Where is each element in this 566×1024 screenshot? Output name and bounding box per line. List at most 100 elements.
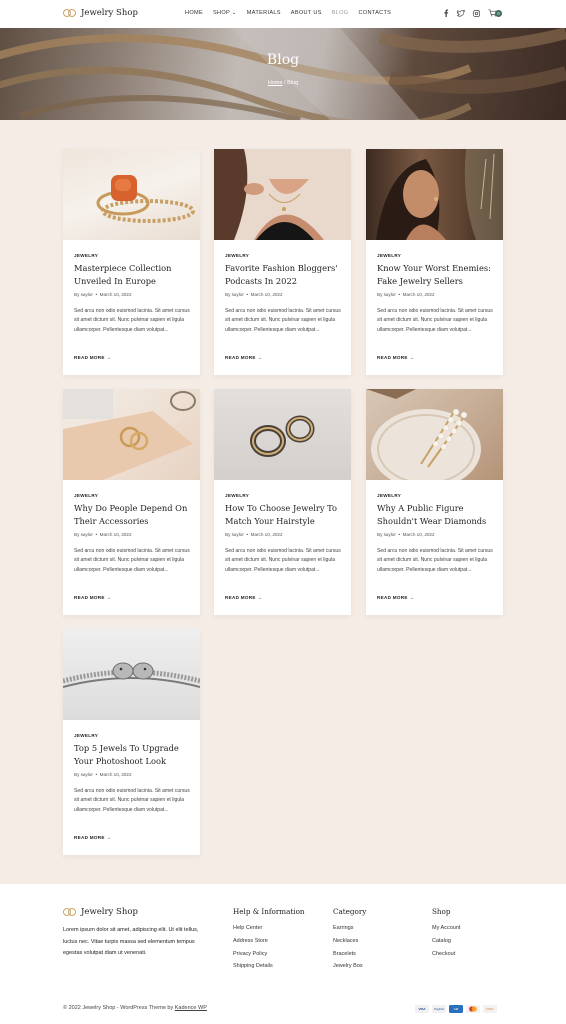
post-date: March 10, 2022 <box>250 292 283 297</box>
post-date: March 10, 2022 <box>99 292 132 297</box>
read-more-link[interactable]: READ MORE → <box>74 835 111 840</box>
breadcrumb-home-link[interactable]: Home <box>268 80 283 86</box>
read-more-link[interactable]: READ MORE → <box>74 595 111 600</box>
read-more-label: READ MORE <box>377 355 408 360</box>
post-thumbnail[interactable] <box>214 149 351 240</box>
footer-link[interactable]: Help Center <box>233 922 305 935</box>
post-title[interactable]: Favorite Fashion Bloggers' Podcasts In 2… <box>225 262 343 287</box>
post-author[interactable]: By saylor <box>74 772 93 777</box>
facebook-icon[interactable] <box>443 9 449 17</box>
nav-contacts[interactable]: CONTACTS <box>358 10 391 16</box>
footer-link[interactable]: My Account <box>432 922 460 935</box>
read-more-label: READ MORE <box>377 595 408 600</box>
visa-icon: VISA <box>415 1005 429 1013</box>
mastercard-icon <box>466 1005 480 1013</box>
post-card[interactable]: JEWELRY Top 5 Jewels To Upgrade Your Pho… <box>63 629 200 855</box>
read-more-label: READ MORE <box>225 595 256 600</box>
read-more-link[interactable]: READ MORE → <box>225 355 262 360</box>
post-author[interactable]: By saylor <box>377 292 396 297</box>
footer-column-shop: Shop My Account Catalog Checkout <box>432 907 460 960</box>
read-more-label: READ MORE <box>74 595 105 600</box>
footer-link[interactable]: Address Store <box>233 935 305 948</box>
post-thumbnail[interactable] <box>366 389 503 480</box>
arrow-right-icon: → <box>257 595 263 600</box>
footer-link[interactable]: Earrings <box>333 922 366 935</box>
arrow-right-icon: → <box>257 355 263 360</box>
nav-about-us[interactable]: ABOUT US <box>291 10 322 16</box>
instagram-icon[interactable] <box>473 9 480 17</box>
arrow-right-icon: → <box>409 355 415 360</box>
footer-link[interactable]: Checkout <box>432 948 460 961</box>
post-title[interactable]: Know Your Worst Enemies: Fake Jewelry Se… <box>377 262 495 287</box>
read-more-link[interactable]: READ MORE → <box>74 355 111 360</box>
post-title[interactable]: Why Do People Depend On Their Accessorie… <box>74 502 192 527</box>
post-author[interactable]: By saylor <box>377 532 396 537</box>
footer-logo[interactable]: Jewelry Shop <box>63 907 138 917</box>
post-category[interactable]: JEWELRY <box>377 253 401 258</box>
post-title[interactable]: Masterpiece Collection Unveiled In Europ… <box>74 262 192 287</box>
arrow-right-icon: → <box>409 595 415 600</box>
gold-rings-box-image <box>63 389 196 480</box>
post-meta: By saylor • March 10, 2022 <box>377 532 435 537</box>
pearl-hairpins-image <box>366 389 481 480</box>
nav-shop[interactable]: SHOP ⌄ <box>213 10 237 16</box>
footer-link[interactable]: Bracelets <box>333 948 366 961</box>
read-more-link[interactable]: READ MORE → <box>225 595 262 600</box>
post-category[interactable]: JEWELRY <box>377 493 401 498</box>
read-more-label: READ MORE <box>225 355 256 360</box>
post-category[interactable]: JEWELRY <box>225 253 249 258</box>
footer-link[interactable]: Jewelry Box <box>333 960 366 973</box>
post-category[interactable]: JEWELRY <box>74 253 98 258</box>
post-excerpt: Sed arcu non odio euismod lacinia. Sit a… <box>377 548 493 573</box>
post-thumbnail[interactable] <box>63 149 200 240</box>
post-meta: By saylor • March 10, 2022 <box>225 292 283 297</box>
footer-column-heading: Help & Information <box>233 907 305 916</box>
footer-brand-name: Jewelry Shop <box>81 907 138 917</box>
read-more-link[interactable]: READ MORE → <box>377 595 414 600</box>
twitter-icon[interactable] <box>457 9 465 17</box>
post-category[interactable]: JEWELRY <box>74 733 98 738</box>
footer-column-category: Category Earrings Necklaces Bracelets Je… <box>333 907 366 973</box>
post-category[interactable]: JEWELRY <box>74 493 98 498</box>
post-card[interactable]: JEWELRY Why Do People Depend On Their Ac… <box>63 389 200 615</box>
post-thumbnail[interactable] <box>214 389 351 480</box>
post-card[interactable]: JEWELRY Masterpiece Collection Unveiled … <box>63 149 200 375</box>
nav-blog[interactable]: BLOG <box>332 10 349 16</box>
nav-materials[interactable]: MATERIALS <box>247 10 281 16</box>
site-logo[interactable]: Jewelry Shop <box>63 8 138 18</box>
post-date: March 10, 2022 <box>99 772 132 777</box>
post-card[interactable]: JEWELRY Favorite Fashion Bloggers' Podca… <box>214 149 351 375</box>
post-date: March 10, 2022 <box>99 532 132 537</box>
post-author[interactable]: By saylor <box>74 292 93 297</box>
footer-column-help: Help & Information Help Center Address S… <box>233 907 305 973</box>
post-thumbnail[interactable] <box>63 389 200 480</box>
post-thumbnail[interactable] <box>63 629 200 720</box>
footer-link[interactable]: Privacy Policy <box>233 948 305 961</box>
post-card[interactable]: JEWELRY Why A Public Figure Shouldn't We… <box>366 389 503 615</box>
post-thumbnail[interactable] <box>366 149 503 240</box>
post-title[interactable]: How To Choose Jewelry To Match Your Hair… <box>225 502 343 527</box>
arrow-right-icon: → <box>106 595 112 600</box>
read-more-link[interactable]: READ MORE → <box>377 355 414 360</box>
post-author[interactable]: By saylor <box>225 292 244 297</box>
nav-home[interactable]: HOME <box>185 10 203 16</box>
discover-icon: DISC <box>483 1005 497 1013</box>
cart-button[interactable]: 0 <box>488 9 502 17</box>
post-card[interactable]: JEWELRY Know Your Worst Enemies: Fake Je… <box>366 149 503 375</box>
post-card[interactable]: JEWELRY How To Choose Jewelry To Match Y… <box>214 389 351 615</box>
footer-link[interactable]: Shipping Details <box>233 960 305 973</box>
post-author[interactable]: By saylor <box>225 532 244 537</box>
post-meta: By saylor • March 10, 2022 <box>225 532 283 537</box>
theme-credit-link[interactable]: Kadence WP <box>175 1005 207 1011</box>
post-author[interactable]: By saylor <box>74 532 93 537</box>
post-meta: By saylor • March 10, 2022 <box>74 772 132 777</box>
post-title[interactable]: Top 5 Jewels To Upgrade Your Photoshoot … <box>74 742 192 767</box>
footer-link[interactable]: Catalog <box>432 935 460 948</box>
post-date: March 10, 2022 <box>250 532 283 537</box>
post-title[interactable]: Why A Public Figure Shouldn't Wear Diamo… <box>377 502 495 527</box>
orange-ring-image <box>96 175 195 223</box>
post-excerpt: Sed arcu non odio euismod lacinia. Sit a… <box>74 788 190 813</box>
post-category[interactable]: JEWELRY <box>225 493 249 498</box>
footer-link[interactable]: Necklaces <box>333 935 366 948</box>
breadcrumb-current: Blog <box>287 80 299 86</box>
